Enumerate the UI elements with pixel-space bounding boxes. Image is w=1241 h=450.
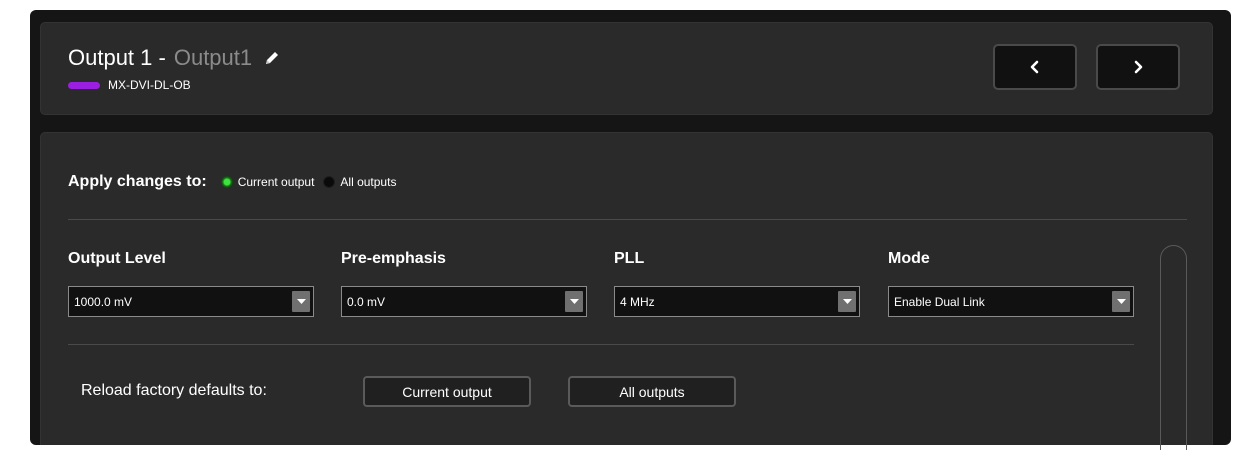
next-output-button[interactable] — [1096, 44, 1180, 90]
dropdown-arrow-icon[interactable] — [1112, 291, 1130, 312]
output-settings-panel: Apply changes to: Current output All out… — [40, 132, 1213, 450]
device-color-tag — [68, 81, 100, 89]
output-level-value: 1000.0 mV — [74, 295, 133, 309]
output-number-title: Output 1 - — [68, 45, 166, 70]
pencil-icon[interactable] — [264, 50, 280, 66]
pll-value: 4 MHz — [620, 295, 655, 309]
reload-current-output-button[interactable]: Current output — [363, 376, 531, 407]
dropdown-arrow-icon[interactable] — [565, 291, 583, 312]
chevron-left-icon — [1030, 60, 1039, 74]
dropdown-arrow-icon[interactable] — [292, 291, 310, 312]
apply-changes-row: Apply changes to: Current output All out… — [68, 173, 405, 191]
pre-emphasis-value: 0.0 mV — [347, 295, 386, 309]
reload-defaults-label: Reload factory defaults to: — [81, 382, 267, 399]
reload-all-outputs-button[interactable]: All outputs — [568, 376, 736, 407]
output-header-panel: Output 1 - Output1 MX-DVI-DL-OB — [40, 22, 1213, 115]
mode-value: Enable Dual Link — [894, 295, 985, 309]
page-title: Output 1 - Output1 — [68, 45, 280, 71]
pll-label: PLL — [614, 250, 645, 267]
divider — [68, 219, 1187, 220]
pre-emphasis-select[interactable]: 0.0 mV — [341, 286, 587, 317]
divider — [68, 344, 1134, 345]
previous-output-button[interactable] — [993, 44, 1077, 90]
output-name[interactable]: Output1 — [174, 45, 252, 71]
scrollbar[interactable] — [1160, 245, 1187, 450]
output-level-label: Output Level — [68, 250, 166, 267]
radio-current-output-label[interactable]: Current output — [238, 175, 315, 189]
mode-label: Mode — [888, 250, 930, 267]
chevron-right-icon — [1134, 60, 1143, 74]
radio-current-output[interactable] — [220, 176, 233, 188]
radio-all-outputs[interactable] — [323, 176, 336, 188]
device-info: MX-DVI-DL-OB — [68, 78, 191, 92]
device-name: MX-DVI-DL-OB — [108, 78, 191, 92]
radio-all-outputs-label[interactable]: All outputs — [340, 175, 396, 189]
mode-select[interactable]: Enable Dual Link — [888, 286, 1134, 317]
pre-emphasis-label: Pre-emphasis — [341, 250, 446, 267]
dropdown-arrow-icon[interactable] — [838, 291, 856, 312]
output-level-select[interactable]: 1000.0 mV — [68, 286, 314, 317]
pll-select[interactable]: 4 MHz — [614, 286, 860, 317]
apply-changes-label: Apply changes to: — [68, 173, 207, 190]
